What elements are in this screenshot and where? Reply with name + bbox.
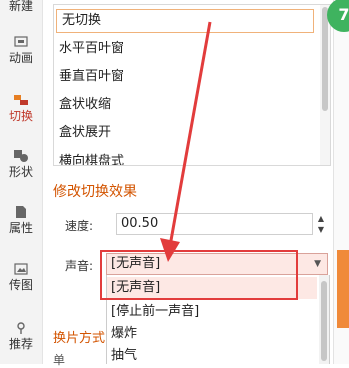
- sound-select[interactable]: [无声音] ▼: [106, 253, 328, 275]
- apply-label: 单: [53, 353, 66, 367]
- spin-up-icon[interactable]: ▲: [315, 213, 327, 224]
- chevron-down-icon[interactable]: ▼: [314, 254, 321, 274]
- left-icon-rail: 新建 动画 切换 形状 属性 传图 推荐: [0, 0, 43, 364]
- rail-label: 动画: [8, 51, 33, 65]
- list-item[interactable]: 盒状展开: [54, 121, 316, 145]
- rail-item-shape[interactable]: 形状: [0, 150, 42, 179]
- list-item[interactable]: 垂直百叶窗: [54, 65, 316, 89]
- rail-label: 形状: [8, 165, 33, 179]
- rail-label: 切换: [8, 109, 33, 123]
- transition-icon: [14, 95, 28, 105]
- dropdown-scrollbar[interactable]: [319, 275, 329, 364]
- dropdown-option[interactable]: 爆炸: [107, 323, 317, 345]
- transition-panel: 无切换 水平百叶窗 垂直百叶窗 盒状收缩 盒状展开 横向棋盘式 修改切换效果 速…: [43, 0, 333, 367]
- rail-item-animation[interactable]: 动画: [0, 36, 42, 65]
- list-item[interactable]: 横向棋盘式: [54, 150, 316, 165]
- sound-dropdown-list[interactable]: [无声音] [停止前一声音] 爆炸 抽气: [106, 275, 330, 364]
- list-item[interactable]: 盒状收缩: [54, 93, 316, 117]
- list-scrollbar[interactable]: [320, 5, 330, 165]
- rail-label: 推荐: [8, 337, 33, 351]
- rail-item-upload-image[interactable]: 传图: [0, 263, 42, 292]
- animation-icon: [14, 36, 28, 47]
- scrollbar-thumb[interactable]: [321, 281, 327, 361]
- dropdown-option[interactable]: [无声音]: [107, 277, 317, 299]
- list-item[interactable]: 水平百叶窗: [54, 37, 316, 61]
- rail-item-properties[interactable]: 属性: [0, 206, 42, 235]
- properties-icon: [16, 206, 26, 218]
- dropdown-option[interactable]: [停止前一声音]: [107, 301, 317, 323]
- list-item[interactable]: 无切换: [56, 9, 314, 33]
- rail-item-transition[interactable]: 切换: [0, 94, 42, 123]
- modify-section-title: 修改切换效果: [53, 184, 137, 200]
- recommend-icon: [17, 322, 25, 334]
- sound-label: 声音:: [65, 259, 94, 273]
- speed-input[interactable]: 00.50: [116, 213, 313, 235]
- shape-icon: [14, 150, 28, 162]
- scheme-label: 换片方式: [53, 331, 105, 346]
- rail-item-recommend[interactable]: 推荐: [0, 322, 42, 351]
- rail-label: 传图: [8, 278, 33, 292]
- scrollbar-thumb[interactable]: [322, 7, 328, 111]
- upload-image-icon: [14, 263, 28, 275]
- speed-label: 速度:: [65, 219, 94, 233]
- rail-label: 属性: [8, 221, 33, 235]
- rail-label: 新建: [8, 0, 33, 13]
- transition-effects-list[interactable]: 无切换 水平百叶窗 垂直百叶窗 盒状收缩 盒状展开 横向棋盘式: [53, 4, 331, 166]
- rail-item-new[interactable]: 新建: [0, 0, 42, 13]
- collapse-tab[interactable]: [337, 250, 349, 328]
- sound-select-value: [无声音]: [111, 256, 161, 271]
- spin-down-icon[interactable]: ▼: [315, 224, 327, 235]
